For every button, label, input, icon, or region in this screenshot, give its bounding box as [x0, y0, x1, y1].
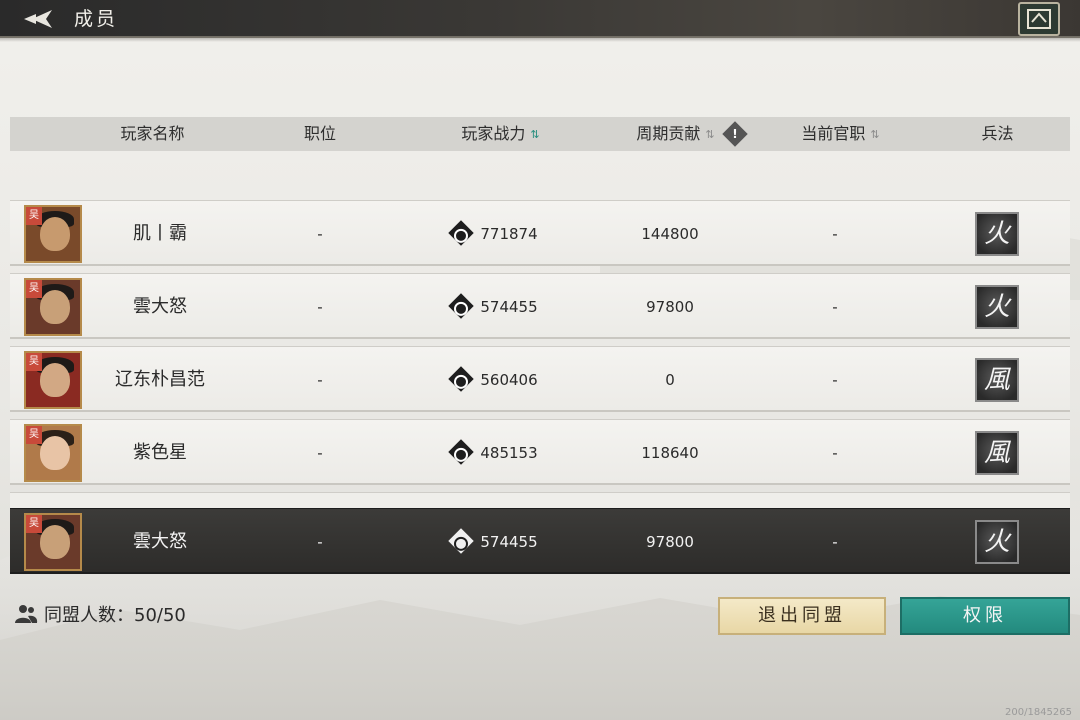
player-contribution: 97800: [646, 533, 694, 551]
player-name: 辽东朴昌范: [115, 369, 205, 390]
player-rank: -: [832, 371, 838, 389]
player-power-value: 574455: [480, 533, 538, 551]
faction-badge: 吴: [26, 280, 42, 298]
tactic-wind-icon[interactable]: 風: [975, 358, 1019, 402]
player-contribution: 144800: [641, 225, 699, 243]
faction-badge: 吴: [26, 353, 42, 371]
player-rank: -: [832, 444, 838, 462]
column-header-contribution-label: 周期贡献: [636, 124, 701, 143]
player-position: -: [317, 533, 323, 551]
sort-icon[interactable]: ⇅: [705, 118, 714, 152]
player-name: 雲大怒: [133, 296, 187, 317]
avatar-face: [40, 290, 70, 324]
player-power: 485153: [410, 420, 580, 486]
player-contribution: 97800: [646, 298, 694, 316]
column-header-contribution[interactable]: 周期贡献 ⇅!: [610, 117, 770, 151]
avatar-face: [40, 363, 70, 397]
members-count-label: 同盟人数：50/50: [44, 605, 186, 626]
page-title: 成员: [74, 8, 119, 30]
player-rank: -: [832, 298, 838, 316]
banner-glyph-icon: [1027, 9, 1051, 29]
sort-icon[interactable]: ⇅: [530, 118, 539, 152]
faction-badge: 吴: [26, 207, 42, 225]
column-header-rank[interactable]: 当前官职 ⇅: [775, 117, 905, 151]
player-name: 肌丨霸: [133, 223, 187, 244]
column-header-position: 职位: [303, 124, 336, 143]
own-member-row[interactable]: 吴 雲大怒 - 574455 97800 - 火: [10, 508, 1070, 574]
member-row-partial[interactable]: [10, 492, 1070, 508]
member-row[interactable]: 吴 辽东朴昌范 - 560406 0 - 風: [10, 346, 1070, 412]
player-contribution: 118640: [641, 444, 699, 462]
avatar[interactable]: 吴: [24, 513, 82, 571]
member-row[interactable]: 吴 雲大怒 - 574455 97800 - 火: [10, 273, 1070, 339]
table-header: 玩家名称 职位 玩家战力 ⇅ 周期贡献 ⇅! 当前官职 ⇅ 兵法: [10, 117, 1070, 151]
faction-badge: 吴: [26, 515, 42, 533]
tactic-fire-icon[interactable]: 火: [975, 520, 1019, 564]
tactic-fire-icon[interactable]: 火: [975, 212, 1019, 256]
member-row[interactable]: 吴 紫色星 - 485153 118640 - 風: [10, 419, 1070, 485]
power-icon: [448, 439, 475, 465]
player-power: 560406: [410, 347, 580, 413]
player-rank: -: [832, 225, 838, 243]
player-power-value: 560406: [480, 371, 538, 389]
power-icon: [448, 528, 475, 554]
column-header-power-label: 玩家战力: [461, 124, 526, 143]
player-power: 574455: [410, 509, 580, 575]
members-count: 同盟人数：50/50: [14, 602, 186, 630]
player-position: -: [317, 444, 323, 462]
permission-button[interactable]: 权限: [900, 597, 1070, 635]
column-header-power[interactable]: 玩家战力 ⇅: [410, 117, 590, 151]
player-name: 紫色星: [133, 442, 187, 463]
player-power: 771874: [410, 201, 580, 267]
power-icon: [448, 220, 475, 246]
avatar-face: [40, 217, 70, 251]
player-rank: -: [832, 533, 838, 551]
avatar[interactable]: 吴: [24, 278, 82, 336]
faction-badge: 吴: [26, 426, 42, 444]
avatar-face: [40, 525, 70, 559]
avatar[interactable]: 吴: [24, 351, 82, 409]
column-header-name: 玩家名称: [120, 124, 185, 143]
avatar-face: [40, 436, 70, 470]
column-header-tactic: 兵法: [981, 124, 1014, 143]
power-icon: [448, 366, 475, 392]
player-name: 雲大怒: [133, 531, 187, 552]
avatar[interactable]: 吴: [24, 424, 82, 482]
version-text: 200/1845265: [1005, 707, 1072, 718]
player-contribution: 0: [665, 371, 675, 389]
player-power-value: 485153: [480, 444, 538, 462]
leave-alliance-button[interactable]: 退出同盟: [718, 597, 886, 635]
top-bar: 成员: [0, 0, 1080, 42]
member-row[interactable]: 吴 肌丨霸 - 771874 144800 - 火: [10, 200, 1070, 266]
info-icon[interactable]: !: [721, 121, 748, 147]
tactic-fire-icon[interactable]: 火: [975, 285, 1019, 329]
avatar[interactable]: 吴: [24, 205, 82, 263]
player-position: -: [317, 371, 323, 389]
alliance-banner-icon[interactable]: [1018, 2, 1060, 36]
player-position: -: [317, 298, 323, 316]
people-icon: [15, 605, 38, 623]
sort-icon[interactable]: ⇅: [870, 118, 879, 152]
player-power: 574455: [410, 274, 580, 340]
column-header-rank-label: 当前官职: [801, 124, 866, 143]
player-power-value: 574455: [480, 298, 538, 316]
back-arrow-icon[interactable]: [22, 6, 56, 32]
power-icon: [448, 293, 475, 319]
player-power-value: 771874: [480, 225, 538, 243]
player-position: -: [317, 225, 323, 243]
tactic-wind-icon[interactable]: 風: [975, 431, 1019, 475]
